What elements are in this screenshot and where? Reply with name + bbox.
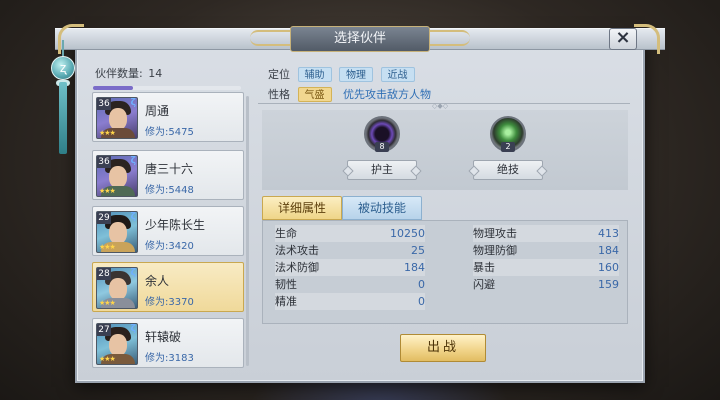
partner-card[interactable]: 36 ζ ★★★ 唐三十六 修为:5448 xyxy=(92,150,244,200)
star-rating-icon: ★★★ xyxy=(99,187,116,195)
star-rating-icon: ★★★ xyxy=(99,243,116,251)
partner-avatar: 27 ζ ★★★ xyxy=(96,323,138,365)
title-ornament-right xyxy=(430,30,470,46)
star-rating-icon: ★★★ xyxy=(99,129,116,137)
skill-badge: 2 xyxy=(501,142,515,152)
partner-power: 修为:5475 xyxy=(145,127,194,138)
skill-area xyxy=(262,110,628,190)
close-icon: × xyxy=(615,27,631,48)
partner-name: 唐三十六 xyxy=(145,162,194,176)
partner-info: 定位 辅助 物理 近战 性格 气盛 优先攻击敌方人物 xyxy=(258,60,630,104)
level-badge: 29 xyxy=(97,212,111,224)
partner-power: 修为:3183 xyxy=(145,353,194,364)
tag-melee: 近战 xyxy=(380,67,415,82)
title-ornament-left xyxy=(250,30,290,46)
tab-passive-skills[interactable]: 被动技能 xyxy=(342,196,422,220)
level-badge: 36 xyxy=(97,98,111,110)
partner-avatar: 29 ζ ★★★ xyxy=(96,211,138,253)
tab-detailed-attributes[interactable]: 详细属性 xyxy=(262,196,342,220)
partner-power: 修为:3370 xyxy=(145,297,194,308)
close-button[interactable]: × xyxy=(609,28,637,50)
partner-avatar: 36 ζ ★★★ xyxy=(96,97,138,139)
partner-power: 修为:5448 xyxy=(145,185,194,196)
level-badge: 36 xyxy=(97,156,111,168)
stat-row: 生命 10250 xyxy=(275,225,425,242)
stat-row: 法术攻击 25 xyxy=(275,244,425,257)
stat-row: 法术防御 184 xyxy=(275,259,425,276)
partner-name: 周通 xyxy=(145,104,170,118)
level-badge: 27 xyxy=(97,324,111,336)
partner-name: 轩辕破 xyxy=(145,330,182,344)
rank-icon: ζ xyxy=(130,156,136,166)
partner-name: 少年陈长生 xyxy=(145,218,206,232)
position-row: 定位 辅助 物理 近战 xyxy=(268,66,415,82)
rank-icon: ζ xyxy=(130,212,136,222)
star-rating-icon: ★★★ xyxy=(99,355,116,363)
rank-icon: ζ xyxy=(130,268,136,278)
stat-row: 暴击 160 xyxy=(473,259,619,276)
rank-icon: ζ xyxy=(130,98,136,108)
tag-physical: 物理 xyxy=(339,67,373,82)
partner-avatar: 36 ζ ★★★ xyxy=(96,155,138,197)
trait-tag: 气盛 xyxy=(297,87,332,102)
partner-card-selected[interactable]: 28 ζ ★★★ 余人 修为:3370 xyxy=(92,262,244,312)
partner-card[interactable]: 29 ζ ★★★ 少年陈长生 修为:3420 xyxy=(92,206,244,256)
partner-card[interactable]: 27 ζ ★★★ 轩辕破 修为:3183 xyxy=(92,318,244,368)
rank-icon: ζ xyxy=(130,324,136,334)
stats-table: 生命 10250 法术攻击 25 法术防御 184 韧性 0 精准 0 物理攻击 413 物… xyxy=(262,220,628,324)
list-scrollbar[interactable] xyxy=(246,96,249,366)
partner-name: 余人 xyxy=(145,274,170,288)
partner-avatar: 28 ζ ★★★ xyxy=(96,267,138,309)
trait-description: 优先攻击敌方人物 xyxy=(343,88,431,101)
stat-row: 物理防御 184 xyxy=(473,244,619,257)
partner-power: 修为:3420 xyxy=(145,241,194,252)
partner-card[interactable]: 36 ζ ★★★ 周通 修为:5475 xyxy=(92,92,244,142)
stat-row: 物理攻击 413 xyxy=(473,225,619,242)
jade-pendant-icon: ʐ xyxy=(51,56,75,80)
partner-count-bar xyxy=(93,86,241,90)
tassel-icon xyxy=(59,82,67,154)
stat-row: 韧性 0 xyxy=(275,278,425,291)
divider-ornament: ◇◆◇ xyxy=(432,102,449,110)
trait-row: 性格 气盛 优先攻击敌方人物 xyxy=(268,87,431,102)
stat-row: 闪避 159 xyxy=(473,278,619,291)
tag-support: 辅助 xyxy=(297,67,332,82)
corner-ornament-right xyxy=(634,24,660,54)
battle-button[interactable]: 出战 xyxy=(400,334,486,362)
skill-ultimate-label: 绝技 xyxy=(473,160,543,180)
level-badge: 28 xyxy=(97,268,111,280)
star-rating-icon: ★★★ xyxy=(99,299,116,307)
partner-count: 伙伴数量: 14 xyxy=(95,67,163,80)
skill-badge: 8 xyxy=(375,142,389,152)
skill-guard-label: 护主 xyxy=(347,160,417,180)
stat-row: 精准 0 xyxy=(275,293,425,310)
dialog-title: 选择伙伴 xyxy=(290,26,430,52)
